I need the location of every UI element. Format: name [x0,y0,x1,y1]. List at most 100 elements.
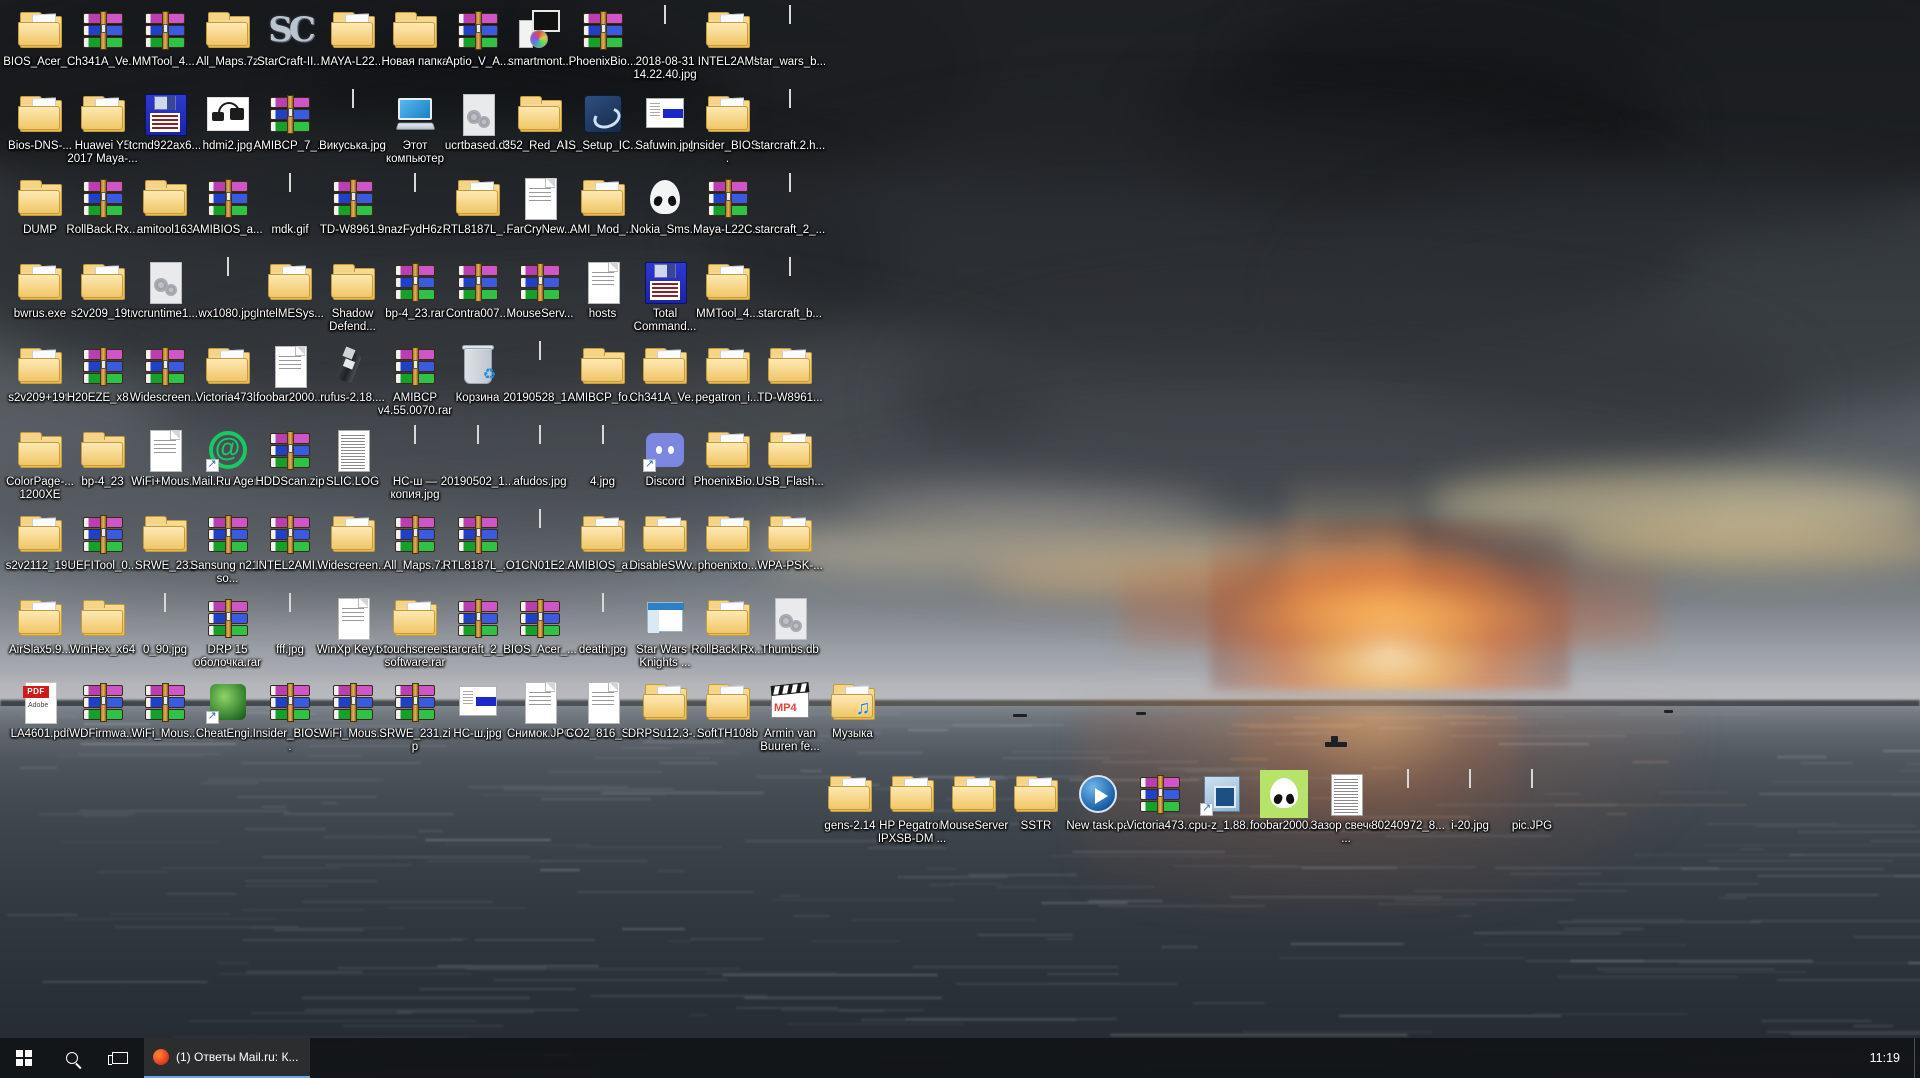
desktop-icon-glyph: SC [266,6,316,54]
desktop-icon-glyph [641,90,689,138]
desktop-icon-glyph [704,594,752,642]
desktop-icon[interactable]: USB_Flash... [752,426,828,489]
task-view-icon [108,1052,128,1065]
desktop-icon-glyph [579,258,627,306]
desktop-icon-glyph [16,426,64,474]
desktop-icon-glyph [516,174,564,222]
desktop-icon-glyph [704,678,752,726]
desktop-icon-glyph [579,6,627,54]
nokia-alien-icon [650,180,680,214]
desktop-icon-glyph [204,90,252,138]
desktop-icon-glyph [16,174,64,222]
starcraft-icon: SC [268,10,316,50]
desktop-icon-glyph [641,342,689,390]
desktop-icon-glyph [766,342,814,390]
desktop-icon-glyph [16,510,64,558]
foobar2000-icon [1260,770,1308,818]
desktop-icon-glyph [141,258,189,306]
desktop-icon-glyph [950,770,998,818]
desktop-icon[interactable]: starcraft_2_... [752,173,828,237]
desktop-icon-glyph [516,90,564,138]
desktop-icon-glyph [391,258,439,306]
desktop-icon-glyph [641,510,689,558]
desktop-icon-glyph [641,426,689,474]
desktop-icon[interactable]: ♫ Музыка [815,678,891,741]
desktop-icon-glyph [516,594,564,642]
taskbar-clock[interactable]: 11:19 [1862,1038,1914,1078]
desktop-icon[interactable]: TD-W8961... [752,342,828,405]
desktop-icon-glyph [704,342,752,390]
desktop-icon-glyph [641,258,689,306]
desktop-icon-glyph [141,90,189,138]
desktop-icon-glyph: ♻ [454,342,502,390]
taskbar[interactable]: (1) Ответы Mail.ru: К... 11:19 [0,1038,1920,1078]
desktop-icon-glyph [579,510,627,558]
desktop-icon-glyph [391,678,439,726]
desktop-icon-glyph [16,342,64,390]
desktop-icon-glyph [454,258,502,306]
desktop-icon-glyph [704,6,752,54]
desktop-icon-glyph [79,342,127,390]
desktop-icon-glyph [579,593,627,642]
desktop-icon-label: pic.JPG [1511,820,1553,832]
search-icon [66,1052,78,1064]
installshield-icon [583,95,622,133]
desktop-icon[interactable]: WPA-PSK-... [752,510,828,573]
desktop-icon-glyph [391,510,439,558]
desktop-icon-glyph [641,594,689,642]
desktop-icon-glyph [579,425,627,474]
image-thumbnail [476,425,479,444]
desktop-icon-glyph [141,174,189,222]
desktop-icon-glyph [516,425,564,474]
media-player-icon [1079,775,1117,813]
desktop-icon-glyph [454,174,502,222]
image-thumbnail [1531,769,1533,788]
desktop-icon-glyph [454,90,502,138]
desktop-icon-glyph [1198,770,1246,818]
desktop-icon-glyph: ♫ [829,678,877,726]
desktop-icon-glyph [516,6,564,54]
taskbar-task-browser[interactable]: (1) Ответы Mail.ru: К... [144,1038,311,1078]
image-thumbnail [664,5,666,24]
desktop-icon[interactable]: star_wars_b... [752,5,828,69]
app-window-icon [646,98,684,128]
desktop-icon-glyph [204,594,252,642]
desktop-icon-glyph [888,770,936,818]
desktop-icon-glyph [79,258,127,306]
desktop-icon[interactable]: Thumbs.db [752,594,828,657]
desktop-icon[interactable]: starcraft_b... [752,257,828,321]
show-desktop-button[interactable] [1914,1038,1920,1078]
start-button[interactable] [0,1038,48,1078]
desktop-icon-glyph [141,426,189,474]
search-button[interactable] [48,1038,96,1078]
app-window-icon [458,686,497,716]
desktop-icon-glyph [516,258,564,306]
desktop-icon-glyph [266,173,314,222]
desktop-icon-glyph [704,510,752,558]
desktop-icon-grid[interactable]: BIOS_Acer_... Ch341A_Ve... MMTool_4.... All… [0,0,1920,1078]
desktop-icon[interactable]: pic.JPG [1494,769,1570,833]
desktop-icon-glyph [266,90,314,138]
desktop-icon-glyph [454,594,502,642]
desktop-icon-glyph [826,770,874,818]
desktop-icon-glyph [1384,769,1432,818]
browser-icon [153,1049,169,1065]
desktop-icon-glyph [391,425,439,474]
desktop-icon-glyph [1074,770,1122,818]
desktop-icon-glyph [329,426,377,474]
image-thumbnail [164,593,166,612]
desktop-icon-glyph [329,510,377,558]
desktop-icon-glyph [16,258,64,306]
image-thumbnail [1469,769,1471,788]
desktop-icon-glyph [79,510,127,558]
explorer-window-icon [647,602,684,633]
desktop-icon-glyph [641,174,689,222]
image-thumbnail [789,173,791,192]
desktop-icon-glyph [16,6,64,54]
desktop-icon-label: USB_Flash... [756,476,824,488]
desktop-icon-glyph [641,678,689,726]
desktop-icon[interactable]: starcraft.2.h... [752,89,828,153]
desktop-icon-glyph [141,510,189,558]
task-view-button[interactable] [96,1038,144,1078]
desktop-icon-glyph [516,509,564,558]
